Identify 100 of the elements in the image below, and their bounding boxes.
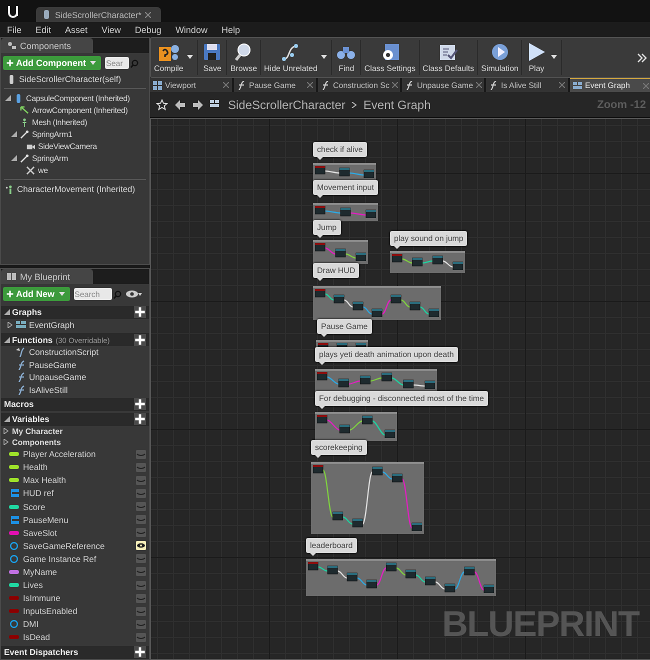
tree-item[interactable]: we bbox=[38, 166, 48, 174]
section-header[interactable]: Event Dispatchers bbox=[1, 646, 149, 659]
comment-label[interactable]: plays yeti death animation upon death bbox=[315, 347, 458, 362]
add-icon[interactable] bbox=[134, 413, 146, 426]
hide-button[interactable]: Hide Unrelated bbox=[261, 40, 332, 75]
simulation-button[interactable]: Simulation bbox=[478, 40, 522, 75]
tree-item[interactable]: SpringArm1 bbox=[32, 130, 72, 138]
comment-box[interactable] bbox=[313, 240, 368, 264]
compile-button[interactable]: Compile bbox=[151, 40, 198, 75]
variable-name[interactable]: PauseMenu bbox=[23, 514, 132, 525]
graph-canvas[interactable]: check if alive Movement input Jump play sound on jump Draw HUD Pause Game plays yeti death animation upon death For debugging - disconnected most of the time scorekeeping leaderboard BLUEPRINT bbox=[150, 118, 650, 660]
comment-label[interactable]: leaderboard bbox=[306, 538, 357, 553]
document-tab[interactable]: SideScrollerCharacter* bbox=[36, 7, 162, 22]
collapsed-arrow-icon[interactable] bbox=[7, 322, 13, 328]
eye-icon[interactable] bbox=[126, 288, 142, 300]
find-button[interactable]: Find bbox=[332, 40, 362, 75]
comment-label[interactable]: Jump bbox=[313, 220, 341, 235]
tree-item[interactable]: CharacterMovement (Inherited) bbox=[17, 184, 136, 194]
comment-label[interactable]: For debugging - disconnected most of the time bbox=[315, 391, 488, 406]
section-header[interactable]: Variables bbox=[1, 412, 149, 426]
tree-item[interactable]: SideScrollerCharacter(self) bbox=[19, 74, 122, 84]
menu-item[interactable]: Asset bbox=[58, 24, 95, 34]
close-icon[interactable] bbox=[223, 82, 229, 88]
close-icon[interactable] bbox=[559, 82, 565, 88]
section-header[interactable]: Graphs bbox=[1, 306, 149, 319]
category-label[interactable]: Components bbox=[12, 438, 61, 447]
tree-item[interactable]: CapsuleComponent (Inherited) bbox=[26, 94, 130, 102]
editor-tab[interactable]: Is Alive Still bbox=[486, 78, 568, 92]
tree-item[interactable]: SpringArm bbox=[32, 154, 68, 162]
variable-name[interactable]: Health bbox=[23, 462, 132, 472]
back-arrow-icon[interactable] bbox=[174, 98, 186, 110]
comment-box[interactable] bbox=[313, 203, 378, 221]
editor-tab[interactable]: Event Graph bbox=[570, 78, 650, 92]
save-button[interactable]: Save bbox=[198, 40, 228, 75]
editor-tab[interactable]: Pause Game bbox=[234, 78, 316, 92]
menu-item[interactable]: Help bbox=[214, 24, 247, 34]
search-field[interactable]: Search bbox=[74, 288, 112, 300]
add-icon[interactable] bbox=[134, 306, 146, 318]
category-label[interactable]: My Character bbox=[12, 426, 63, 436]
expanded-arrow-icon[interactable] bbox=[11, 155, 17, 161]
breadcrumb-link[interactable]: SideScrollerCharacter bbox=[228, 98, 346, 112]
comment-label[interactable]: scorekeeping bbox=[311, 440, 367, 455]
add-icon[interactable] bbox=[134, 398, 146, 410]
add-new-button[interactable]: Add New bbox=[3, 287, 70, 301]
close-icon[interactable] bbox=[145, 12, 152, 18]
forward-arrow-icon[interactable] bbox=[192, 98, 204, 110]
expanded-arrow-icon[interactable] bbox=[4, 309, 10, 316]
list-item[interactable]: EventGraph bbox=[29, 320, 74, 330]
list-item[interactable]: ConstructionScript bbox=[29, 347, 98, 358]
collapsed-arrow-icon[interactable] bbox=[3, 428, 9, 434]
section-header[interactable]: Macros bbox=[1, 398, 149, 411]
variable-name[interactable]: SaveSlot bbox=[23, 528, 132, 538]
tree-item[interactable]: ArrowComponent (Inherited) bbox=[32, 106, 128, 114]
comment-label[interactable]: Movement input bbox=[313, 180, 378, 195]
panel-tab[interactable]: My Blueprint bbox=[1, 269, 93, 284]
variable-name[interactable]: Player Acceleration bbox=[23, 449, 132, 460]
menu-item[interactable]: View bbox=[94, 24, 128, 34]
expanded-arrow-icon[interactable] bbox=[5, 95, 11, 101]
add-icon[interactable] bbox=[134, 334, 146, 346]
comment-label[interactable]: Pause Game bbox=[317, 319, 372, 334]
variable-name[interactable]: Max Health bbox=[23, 475, 132, 486]
variable-name[interactable]: Lives bbox=[23, 580, 132, 590]
list-item[interactable]: PauseGame bbox=[29, 360, 76, 370]
variable-name[interactable]: Game Instance Ref bbox=[23, 554, 132, 564]
eye-icon[interactable] bbox=[136, 541, 146, 550]
panel-tab[interactable]: Components bbox=[1, 38, 93, 53]
editor-tab[interactable]: Unpause Game bbox=[402, 78, 484, 92]
settings-button[interactable]: Class Settings bbox=[361, 40, 420, 75]
expanded-arrow-icon[interactable] bbox=[4, 336, 10, 343]
variable-name[interactable]: Score bbox=[23, 502, 132, 512]
variable-name[interactable]: InputsEnabled bbox=[23, 606, 132, 616]
variable-name[interactable]: SaveGameReference bbox=[23, 540, 132, 551]
add-component-button[interactable]: Add Component bbox=[3, 56, 101, 70]
comment-label[interactable]: Draw HUD bbox=[313, 263, 360, 278]
add-icon[interactable] bbox=[134, 646, 146, 658]
variable-name[interactable]: DMI bbox=[23, 619, 132, 630]
search-field[interactable]: Sear bbox=[105, 57, 129, 69]
close-icon[interactable] bbox=[476, 82, 482, 88]
comment-box[interactable] bbox=[313, 163, 376, 181]
variable-name[interactable]: MyName bbox=[23, 566, 132, 577]
expanded-arrow-icon[interactable] bbox=[4, 416, 10, 422]
expanded-arrow-icon[interactable] bbox=[11, 131, 17, 137]
list-item[interactable]: IsAliveStill bbox=[29, 384, 68, 395]
variable-name[interactable]: IsDead bbox=[23, 632, 132, 642]
menu-item[interactable]: File bbox=[0, 24, 29, 34]
comment-box[interactable] bbox=[390, 251, 465, 273]
editor-tab[interactable]: Viewport bbox=[150, 78, 232, 92]
list-item[interactable]: UnpauseGame bbox=[29, 372, 86, 382]
menu-item[interactable]: Window bbox=[168, 24, 214, 34]
close-icon[interactable] bbox=[392, 82, 398, 88]
close-icon[interactable] bbox=[307, 82, 313, 88]
tree-item[interactable]: SideViewCamera bbox=[38, 142, 97, 150]
tree-item[interactable]: Mesh (Inherited) bbox=[32, 118, 88, 126]
variable-name[interactable]: IsImmune bbox=[23, 593, 132, 604]
menu-item[interactable]: Edit bbox=[28, 24, 58, 34]
defaults-button[interactable]: Class Defaults bbox=[420, 40, 478, 75]
menu-item[interactable]: Debug bbox=[128, 24, 168, 34]
comment-label[interactable]: play sound on jump bbox=[390, 231, 468, 246]
editor-tab[interactable]: Construction Sc bbox=[318, 78, 400, 92]
variable-name[interactable]: HUD ref bbox=[23, 488, 132, 498]
